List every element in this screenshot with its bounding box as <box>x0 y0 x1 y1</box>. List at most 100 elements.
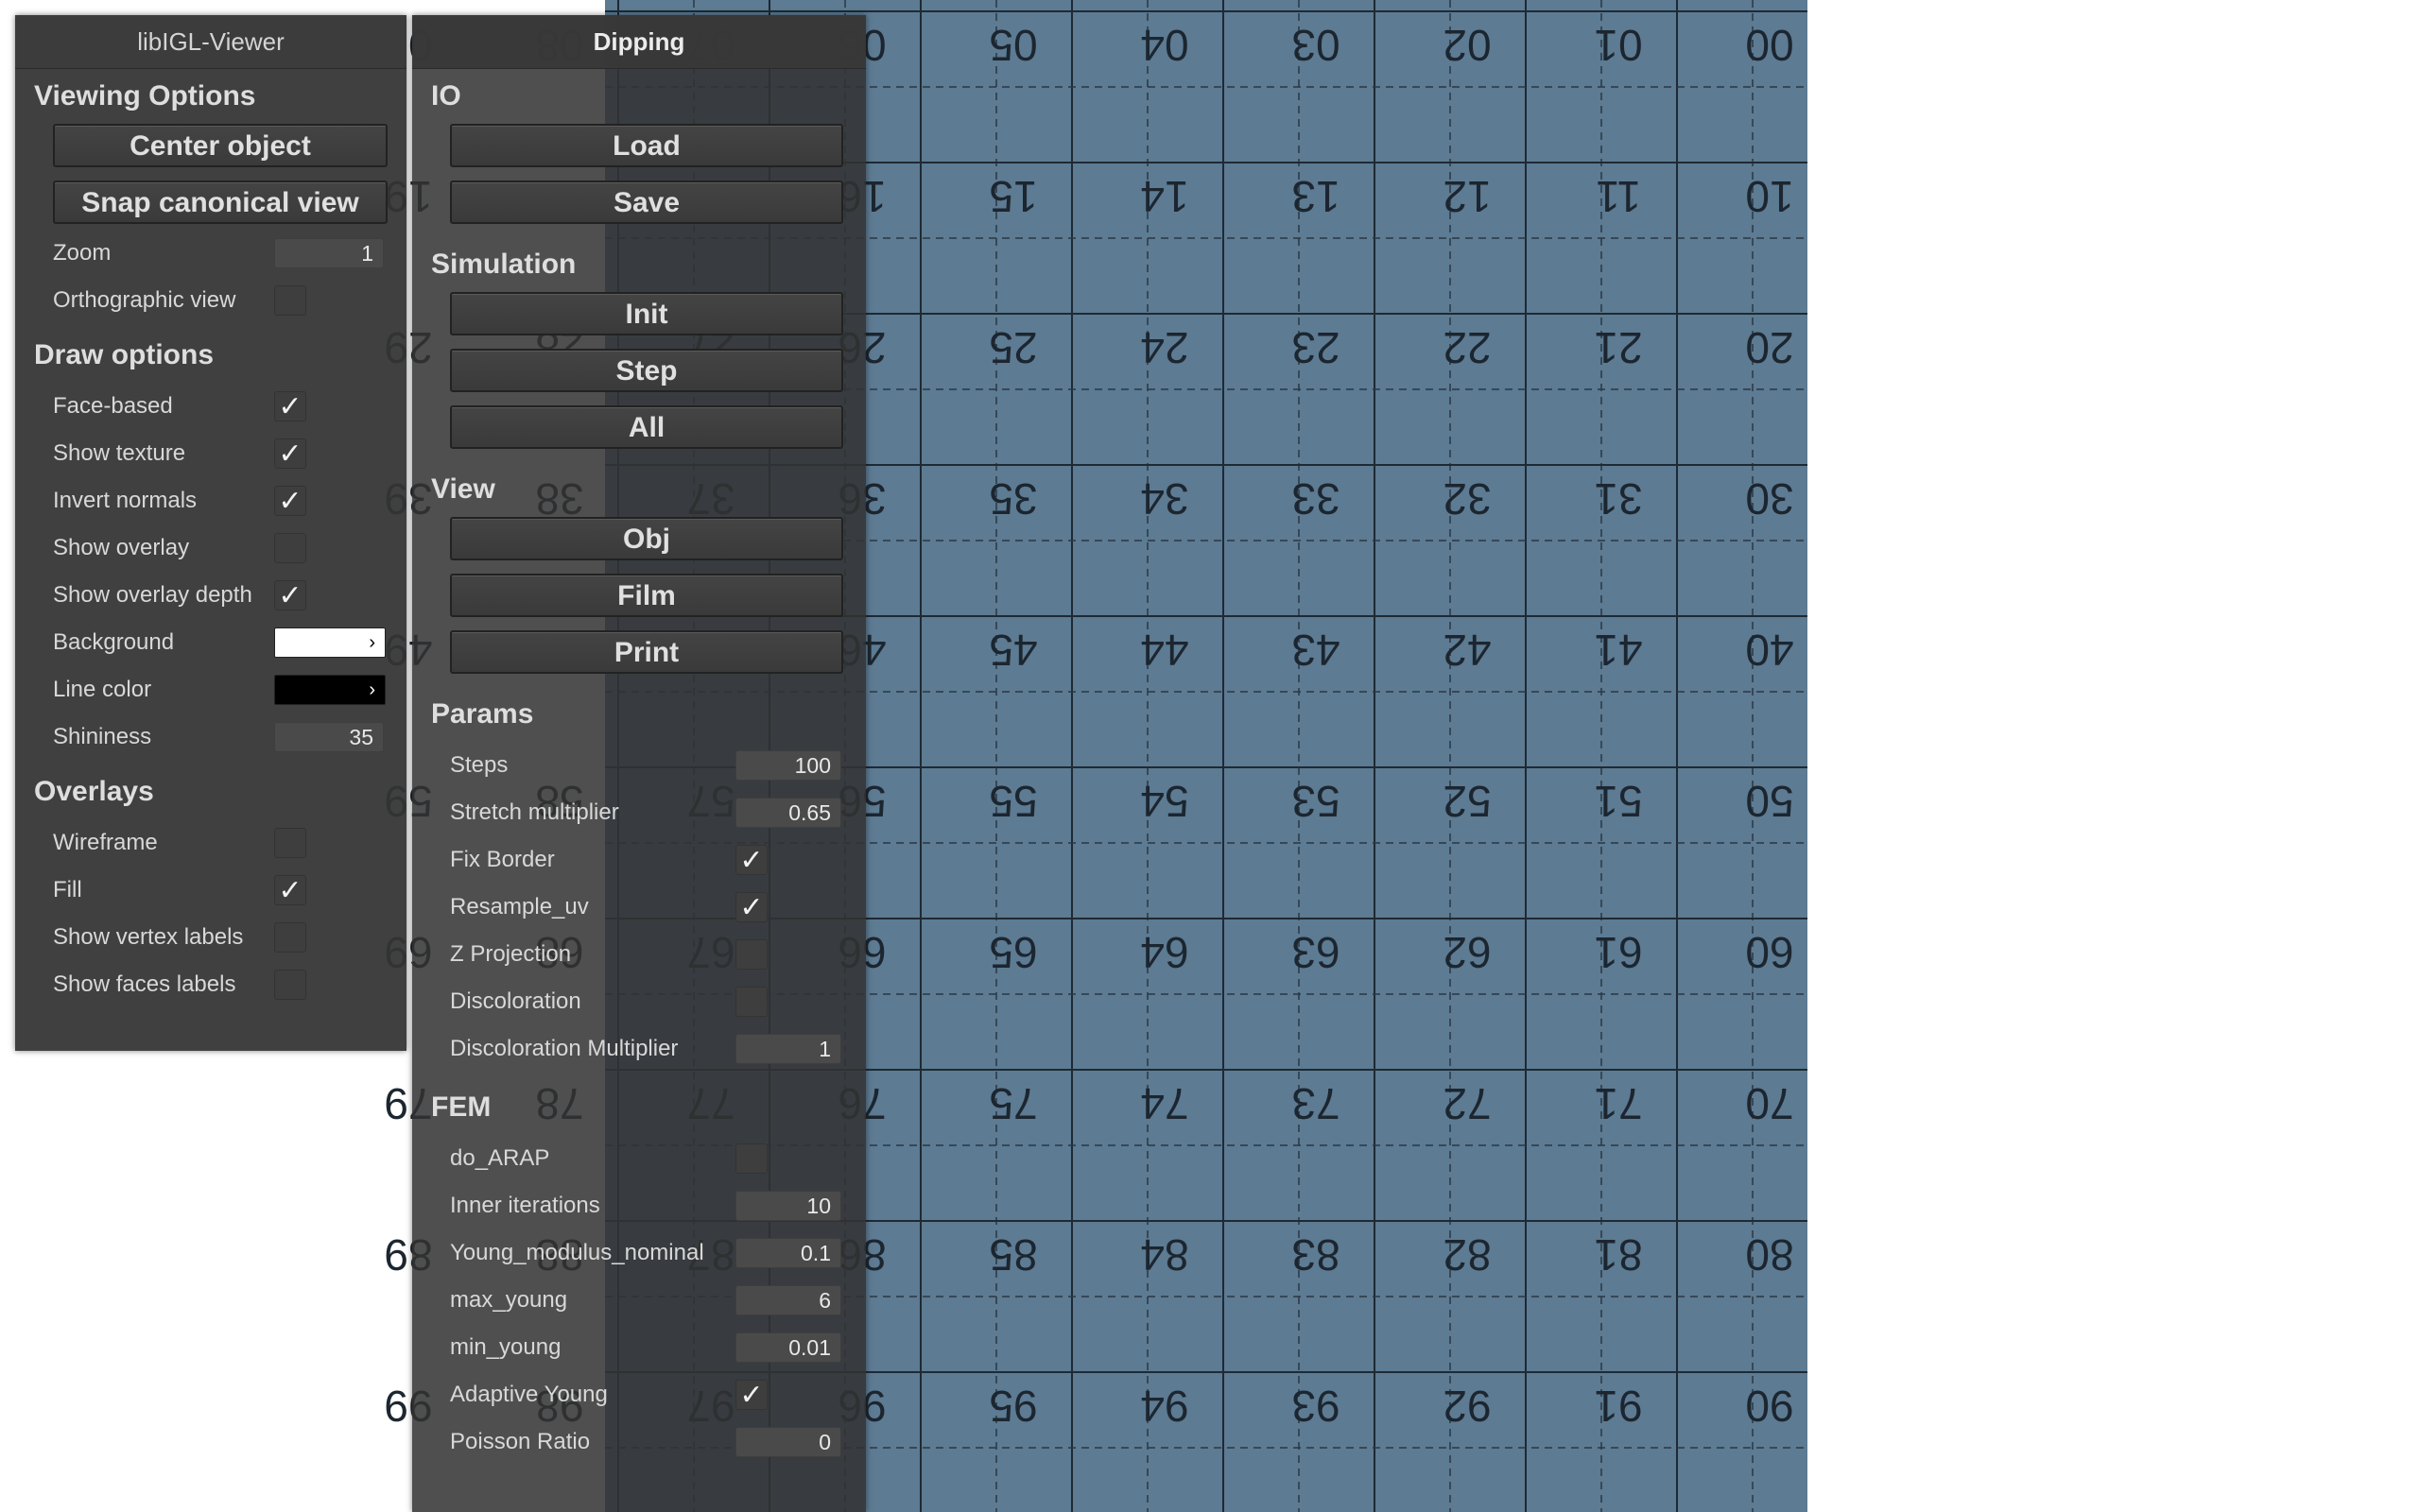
discoloration-label: Discoloration <box>450 988 581 1014</box>
grid-cell-label: 00 <box>1745 21 1793 70</box>
grid-cell-label: 35 <box>989 474 1037 524</box>
poisson-ratio-input[interactable]: 0 <box>735 1427 841 1457</box>
background-label: Background <box>53 629 175 655</box>
grid-cell-label: 72 <box>1443 1079 1491 1128</box>
film-button[interactable]: Film <box>450 574 843 617</box>
viewer-panel-title[interactable]: libIGL-Viewer <box>15 15 406 69</box>
min-young-label: min_young <box>450 1334 562 1360</box>
inner-iterations-row: Inner iterations 10 <box>412 1182 866 1229</box>
obj-button[interactable]: Obj <box>450 517 843 560</box>
section-io[interactable]: IO <box>412 69 866 124</box>
stretch-multiplier-label: Stretch multiplier <box>450 799 619 825</box>
show-faces-labels-row: Show faces labels <box>15 961 406 1008</box>
section-simulation[interactable]: Simulation <box>412 237 866 292</box>
dipping-panel-title[interactable]: Dipping <box>412 15 866 69</box>
grid-cell-label: 83 <box>1291 1230 1340 1280</box>
grid-cell-label: 63 <box>1291 928 1340 977</box>
adaptive-young-row: Adaptive Young ✓ <box>412 1371 866 1418</box>
grid-cell-label: 05 <box>989 21 1037 70</box>
grid-cell-label: 21 <box>1594 323 1642 372</box>
grid-cell-label: 93 <box>1291 1382 1340 1431</box>
grid-cell-label: 13 <box>1291 172 1340 221</box>
do-arap-row: do_ARAP <box>412 1135 866 1182</box>
section-fem[interactable]: FEM <box>412 1080 866 1135</box>
orthographic-checkbox[interactable] <box>274 285 306 316</box>
grid-cell-label: 30 <box>1745 474 1793 524</box>
discoloration-multiplier-label: Discoloration Multiplier <box>450 1036 679 1061</box>
min-young-input[interactable]: 0.01 <box>735 1332 841 1363</box>
section-viewing-options[interactable]: Viewing Options <box>15 69 406 124</box>
wireframe-checkbox[interactable] <box>274 828 306 858</box>
discoloration-checkbox[interactable] <box>735 987 768 1017</box>
orthographic-row: Orthographic view <box>15 277 406 324</box>
grid-cell-label: 73 <box>1291 1079 1340 1128</box>
young-modulus-nominal-row: Young_modulus_nominal 0.1 <box>412 1229 866 1277</box>
fill-checkbox[interactable]: ✓ <box>274 875 306 906</box>
line-color-picker[interactable]: › <box>274 675 386 705</box>
show-texture-row: Show texture ✓ <box>15 430 406 477</box>
show-overlay-depth-label: Show overlay depth <box>53 582 252 608</box>
section-overlays[interactable]: Overlays <box>15 765 406 819</box>
wireframe-row: Wireframe <box>15 819 406 867</box>
resample-uv-checkbox[interactable]: ✓ <box>735 892 768 923</box>
grid-cell-label: 42 <box>1443 626 1491 675</box>
fix-border-checkbox[interactable]: ✓ <box>735 845 768 876</box>
snap-canonical-view-button[interactable]: Snap canonical view <box>53 180 388 224</box>
max-young-row: max_young 6 <box>412 1277 866 1324</box>
grid-cell-label: 65 <box>989 928 1037 977</box>
grid-cell-label: 03 <box>1291 21 1340 70</box>
show-overlay-depth-checkbox[interactable]: ✓ <box>274 580 306 611</box>
invert-normals-checkbox[interactable]: ✓ <box>274 486 306 517</box>
grid-cell-label: 85 <box>989 1230 1037 1280</box>
max-young-input[interactable]: 6 <box>735 1285 841 1315</box>
show-overlay-checkbox[interactable] <box>274 533 306 563</box>
grid-cell-label: 23 <box>1291 323 1340 372</box>
print-button[interactable]: Print <box>450 630 843 674</box>
grid-cell-label: 52 <box>1443 777 1491 826</box>
invert-normals-label: Invert normals <box>53 488 198 513</box>
section-view[interactable]: View <box>412 462 866 517</box>
grid-cell-label: 80 <box>1745 1230 1793 1280</box>
background-color-picker[interactable]: › <box>274 627 386 658</box>
inner-iterations-input[interactable]: 10 <box>735 1191 841 1221</box>
show-texture-checkbox[interactable]: ✓ <box>274 438 306 470</box>
init-button[interactable]: Init <box>450 292 843 335</box>
max-young-label: max_young <box>450 1287 568 1313</box>
show-vertex-labels-checkbox[interactable] <box>274 922 306 953</box>
stretch-multiplier-input[interactable]: 0.65 <box>735 798 841 828</box>
shininess-row: Shininess 35 <box>15 713 406 761</box>
all-button[interactable]: All <box>450 405 843 449</box>
grid-cell-label: 40 <box>1745 626 1793 675</box>
grid-cell-label: 24 <box>1140 323 1188 372</box>
steps-label: Steps <box>450 752 509 778</box>
steps-input[interactable]: 100 <box>735 750 841 781</box>
min-young-row: min_young 0.01 <box>412 1324 866 1371</box>
adaptive-young-checkbox[interactable]: ✓ <box>735 1380 768 1411</box>
load-button[interactable]: Load <box>450 124 843 167</box>
face-based-checkbox[interactable]: ✓ <box>274 391 306 422</box>
do-arap-checkbox[interactable] <box>735 1143 768 1174</box>
grid-cell-label: 10 <box>1745 172 1793 221</box>
shininess-input[interactable]: 35 <box>274 722 384 752</box>
center-object-button[interactable]: Center object <box>53 124 388 167</box>
z-projection-row: Z Projection <box>412 931 866 978</box>
save-button[interactable]: Save <box>450 180 843 224</box>
grid-cell-label: 75 <box>989 1079 1037 1128</box>
adaptive-young-label: Adaptive Young <box>450 1382 608 1407</box>
show-vertex-labels-label: Show vertex labels <box>53 924 244 950</box>
grid-cell-label: 74 <box>1140 1079 1188 1128</box>
grid-cell-label: 43 <box>1291 626 1340 675</box>
section-draw-options[interactable]: Draw options <box>15 328 406 383</box>
wireframe-label: Wireframe <box>53 830 158 855</box>
section-params[interactable]: Params <box>412 687 866 742</box>
zoom-input[interactable]: 1 <box>274 238 384 268</box>
step-button[interactable]: Step <box>450 349 843 392</box>
z-projection-checkbox[interactable] <box>735 939 768 970</box>
zoom-label: Zoom <box>53 240 112 266</box>
young-modulus-nominal-input[interactable]: 0.1 <box>735 1238 841 1268</box>
young-modulus-nominal-label: Young_modulus_nominal <box>450 1240 704 1265</box>
discoloration-multiplier-input[interactable]: 1 <box>735 1034 841 1064</box>
shininess-label: Shininess <box>53 724 152 749</box>
show-faces-labels-checkbox[interactable] <box>274 970 306 1000</box>
poisson-ratio-label: Poisson Ratio <box>450 1429 591 1454</box>
